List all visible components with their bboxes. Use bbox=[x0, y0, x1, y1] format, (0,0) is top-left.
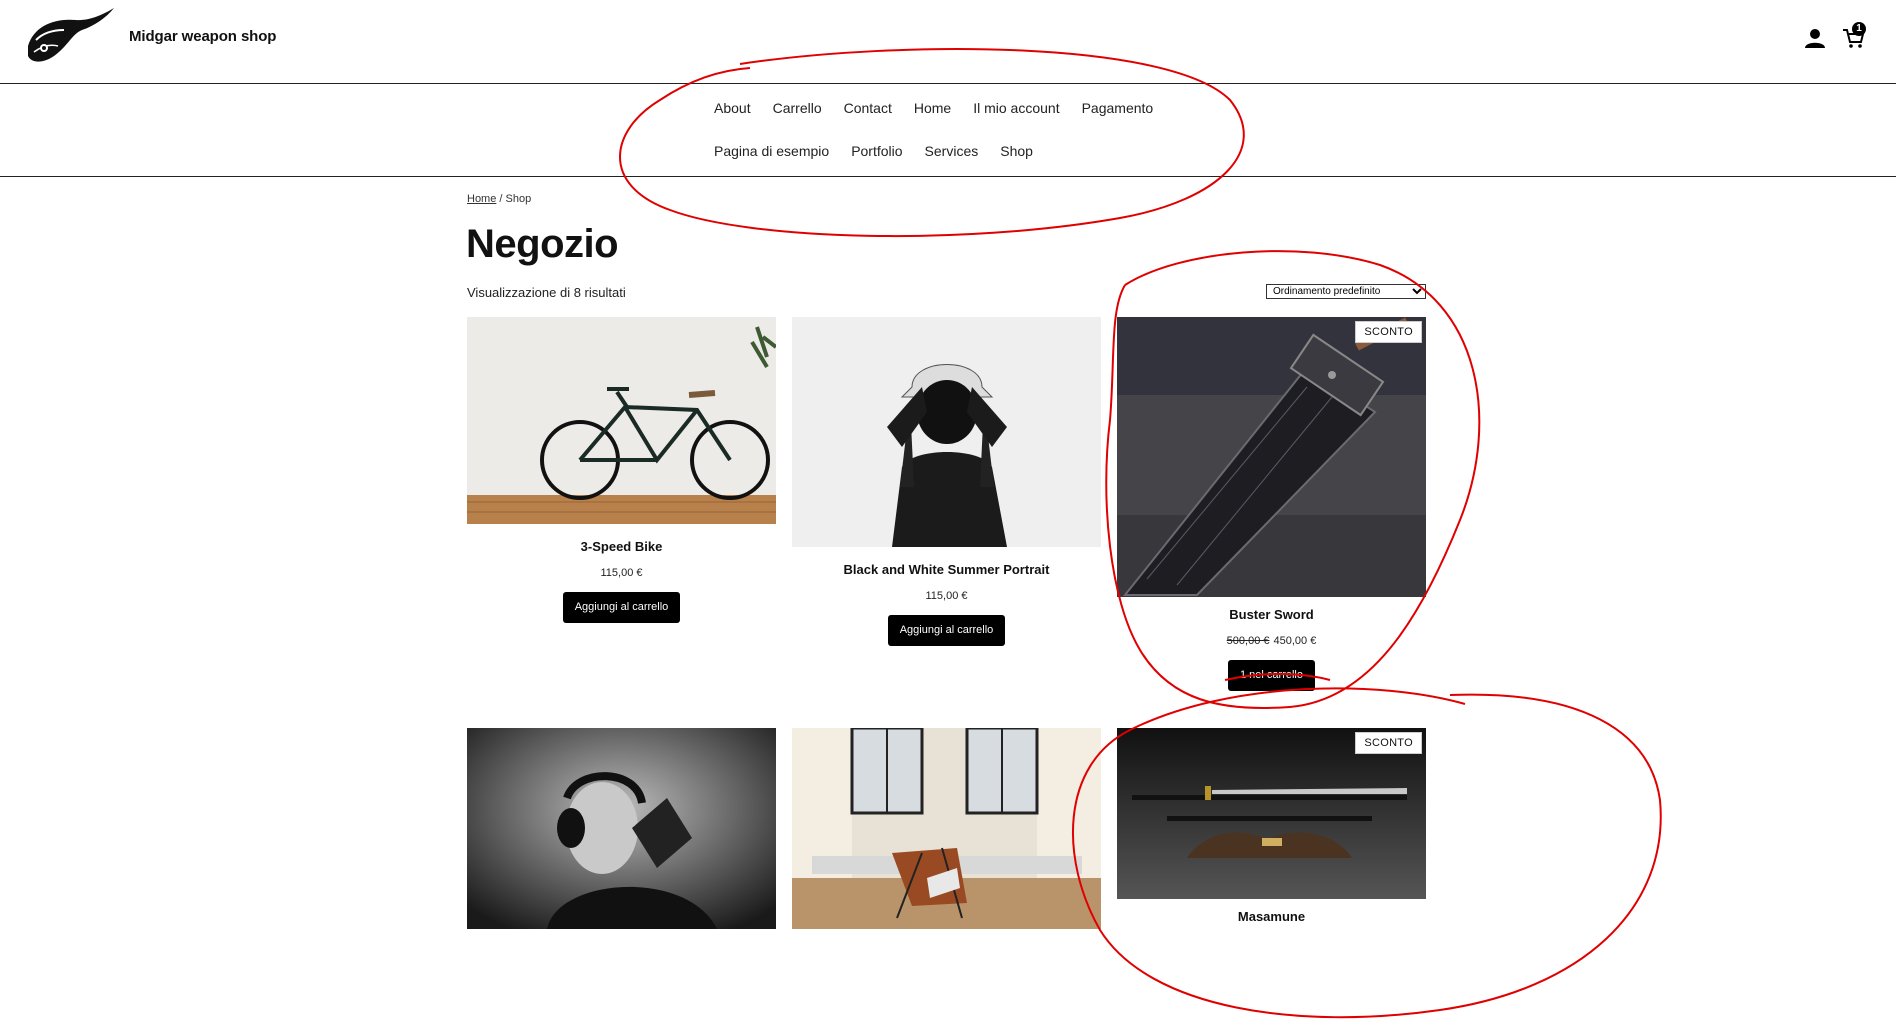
product-price: 115,00 € bbox=[600, 567, 643, 579]
product-card: SCONTO Masamune bbox=[1117, 728, 1426, 924]
product-card: 3-Speed Bike 115,00 € Aggiungi al carrel… bbox=[467, 317, 778, 623]
nav-row-1: About Carrello Contact Home Il mio accou… bbox=[714, 100, 1175, 116]
breadcrumb-current: Shop bbox=[505, 193, 532, 205]
nav-item-sample-page[interactable]: Pagina di esempio bbox=[714, 143, 829, 159]
product-thumb[interactable]: SCONTO bbox=[1117, 317, 1426, 597]
product-image-headphones[interactable] bbox=[467, 728, 776, 929]
sale-badge: SCONTO bbox=[1355, 321, 1422, 343]
add-to-cart-button[interactable]: Aggiungi al carrello bbox=[887, 615, 1006, 646]
product-card bbox=[467, 728, 776, 934]
in-cart-button[interactable]: 1 nel carrello bbox=[1228, 660, 1315, 691]
product-card: SCONTO Buster Sword 500,00 €450,00 € 1 n… bbox=[1117, 317, 1426, 691]
product-thumb[interactable]: SCONTO bbox=[1117, 728, 1426, 899]
nav-item-pagamento[interactable]: Pagamento bbox=[1082, 100, 1154, 116]
product-price: 500,00 €450,00 € bbox=[1117, 635, 1426, 647]
product-image-chair[interactable] bbox=[792, 726, 1101, 929]
main-navigation: About Carrello Contact Home Il mio accou… bbox=[0, 84, 1896, 177]
result-count: Visualizzazione di 8 risultati bbox=[467, 285, 626, 300]
nav-row-2: Pagina di esempio Portfolio Services Sho… bbox=[714, 143, 1055, 159]
nav-item-about[interactable]: About bbox=[714, 100, 751, 116]
product-name[interactable]: Black and White Summer Portrait bbox=[792, 562, 1101, 577]
nav-item-home[interactable]: Home bbox=[914, 100, 951, 116]
user-icon[interactable] bbox=[1804, 27, 1826, 49]
product-name[interactable]: 3-Speed Bike bbox=[467, 539, 776, 554]
product-image-portrait[interactable] bbox=[792, 317, 1101, 547]
product-name[interactable]: Masamune bbox=[1117, 909, 1426, 924]
breadcrumb-home-link[interactable]: Home bbox=[467, 193, 496, 205]
product-old-price: 500,00 € bbox=[1226, 635, 1270, 647]
page-title: Negozio bbox=[466, 222, 619, 266]
nav-item-portfolio[interactable]: Portfolio bbox=[851, 143, 902, 159]
nav-item-shop[interactable]: Shop bbox=[1000, 143, 1033, 159]
ordering-select[interactable]: Ordinamento predefinito bbox=[1266, 284, 1426, 299]
site-title[interactable]: Midgar weapon shop bbox=[129, 28, 276, 45]
nav-item-carrello[interactable]: Carrello bbox=[773, 100, 822, 116]
product-price: 115,00 € bbox=[925, 590, 968, 602]
site-logo[interactable] bbox=[24, 6, 116, 68]
breadcrumb-separator: / bbox=[496, 193, 506, 205]
product-sale-price: 450,00 € bbox=[1273, 635, 1317, 647]
add-to-cart-button[interactable]: Aggiungi al carrello bbox=[562, 592, 681, 623]
product-card bbox=[792, 726, 1101, 934]
breadcrumb: Home / Shop bbox=[467, 193, 531, 205]
cart-count-badge: 1 bbox=[1852, 22, 1866, 36]
nav-item-contact[interactable]: Contact bbox=[844, 100, 892, 116]
product-image-bike[interactable] bbox=[467, 317, 778, 524]
product-card: Black and White Summer Portrait 115,00 €… bbox=[792, 317, 1101, 646]
nav-item-services[interactable]: Services bbox=[925, 143, 979, 159]
product-image-buster-sword[interactable] bbox=[1117, 317, 1426, 597]
nav-item-account[interactable]: Il mio account bbox=[973, 100, 1059, 116]
product-name[interactable]: Buster Sword bbox=[1117, 607, 1426, 622]
sale-badge: SCONTO bbox=[1355, 732, 1422, 754]
site-header: Midgar weapon shop 1 bbox=[0, 0, 1896, 84]
